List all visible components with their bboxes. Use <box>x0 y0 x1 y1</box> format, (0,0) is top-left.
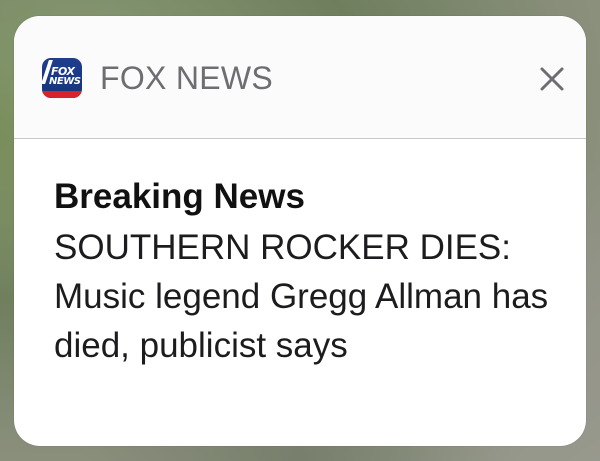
logo-red-stripe <box>42 91 82 98</box>
fox-news-logo-icon: FOX NEWS <box>42 58 82 98</box>
logo-text-news: NEWS <box>49 76 81 87</box>
notification-header: FOX NEWS FOX NEWS <box>14 16 586 139</box>
app-name: FOX NEWS <box>100 60 274 96</box>
close-icon <box>540 67 564 91</box>
notification-body[interactable]: Breaking News SOUTHERN ROCKER DIES: Musi… <box>14 139 586 446</box>
notification-message: SOUTHERN ROCKER DIES: Music legend Gregg… <box>54 228 549 365</box>
close-button[interactable] <box>537 64 567 94</box>
notification-title: Breaking News <box>54 177 305 216</box>
push-notification-card[interactable]: FOX NEWS FOX NEWS Breaking News SOUTHERN… <box>14 16 586 446</box>
